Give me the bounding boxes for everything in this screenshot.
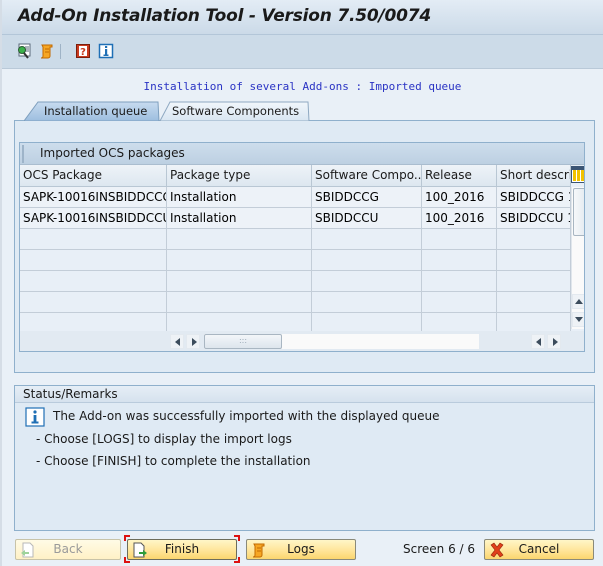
- column-header-ocs-package[interactable]: OCS Package: [20, 165, 167, 187]
- table-cell-software-component[interactable]: [312, 229, 422, 250]
- table-cell-package-type[interactable]: [167, 250, 312, 271]
- column-settings-icon[interactable]: [571, 166, 585, 183]
- table-cell-short-description[interactable]: [497, 292, 571, 313]
- back-button[interactable]: Back: [15, 539, 121, 560]
- status-header: Status/Remarks: [15, 386, 594, 403]
- table-cell-package-type[interactable]: [167, 292, 312, 313]
- tab-label: Installation queue: [44, 104, 148, 118]
- help-book-icon[interactable]: ?: [75, 43, 91, 59]
- arrow-up-icon: [575, 299, 583, 304]
- table-cell-release[interactable]: 100_2016: [422, 187, 497, 208]
- table-cell-release[interactable]: [422, 271, 497, 292]
- table-cell-short-description[interactable]: [497, 229, 571, 250]
- scroll-right-end-button[interactable]: [547, 334, 561, 349]
- scroll-up-button[interactable]: [572, 294, 584, 309]
- table-cell-ocs-package[interactable]: SAPK-10016INSBIDDCCG: [20, 187, 167, 208]
- addon-installation-window: Add-On Installation Tool - Version 7.50/…: [0, 0, 603, 566]
- arrow-left-icon: [175, 338, 180, 346]
- horizontal-scroll-track[interactable]: :::: [204, 334, 479, 349]
- vertical-scroll-thumb[interactable]: [573, 188, 584, 236]
- table-cell-short-description[interactable]: [497, 271, 571, 292]
- screen-subtitle: Installation of several Add-ons : Import…: [143, 80, 462, 93]
- status-header-label: Status/Remarks: [23, 387, 118, 401]
- table-cell-package-type[interactable]: Installation: [167, 208, 312, 229]
- focus-indicator: [124, 535, 130, 541]
- table-cell-software-component[interactable]: [312, 271, 422, 292]
- logs-button[interactable]: Logs: [246, 539, 356, 560]
- table-cell-release[interactable]: [422, 229, 497, 250]
- table-cell-software-component[interactable]: [312, 250, 422, 271]
- table-cell-package-type[interactable]: [167, 229, 312, 250]
- focus-indicator: [234, 557, 240, 563]
- table-cell-short-description[interactable]: SBIDDCCG 10: [497, 187, 571, 208]
- table-cell-package-type[interactable]: [167, 271, 312, 292]
- scroll-left-button[interactable]: [170, 334, 184, 349]
- scroll-right-button[interactable]: [186, 334, 200, 349]
- table-cell-ocs-package[interactable]: [20, 292, 167, 313]
- ocs-packages-table: Imported OCS packages OCS Package Packag…: [19, 142, 585, 352]
- tab-software-components[interactable]: Software Components: [160, 101, 310, 121]
- arrow-down-icon: [575, 317, 583, 322]
- info-icon[interactable]: [98, 43, 114, 59]
- vertical-scrollbar[interactable]: [571, 187, 584, 329]
- table-cell-software-component[interactable]: SBIDDCCU: [312, 208, 422, 229]
- table-cell-ocs-package[interactable]: [20, 229, 167, 250]
- table-cell-release[interactable]: 100_2016: [422, 208, 497, 229]
- arrow-right-icon: [553, 338, 558, 346]
- logs-scroll-icon[interactable]: [39, 43, 55, 59]
- status-hint-finish: - Choose [FINISH] to complete the instal…: [36, 454, 311, 468]
- table-cell-release[interactable]: [422, 292, 497, 313]
- title-bar: Add-On Installation Tool - Version 7.50/…: [2, 0, 603, 35]
- display-queue-icon[interactable]: [16, 43, 32, 59]
- table-cell-package-type[interactable]: Installation: [167, 187, 312, 208]
- logs-label: Logs: [287, 542, 315, 556]
- table-cell-short-description[interactable]: SBIDDCCU 10: [497, 208, 571, 229]
- cancel-button[interactable]: Cancel: [484, 539, 594, 560]
- finish-button[interactable]: Finish: [127, 539, 237, 560]
- table-cell-short-description[interactable]: [497, 250, 571, 271]
- table-cell-release[interactable]: [422, 250, 497, 271]
- back-label: Back: [53, 542, 83, 556]
- application-toolbar: ?: [2, 35, 603, 69]
- table-cell-ocs-package[interactable]: SAPK-10016INSBIDDCCU: [20, 208, 167, 229]
- status-remarks-panel: Status/Remarks The Add-on was successful…: [14, 385, 595, 531]
- focus-indicator: [234, 535, 240, 541]
- column-header-package-type[interactable]: Package type: [167, 165, 312, 187]
- table-cell-software-component[interactable]: SBIDDCCG: [312, 187, 422, 208]
- horizontal-scroll-thumb[interactable]: :::: [204, 334, 282, 349]
- focus-indicator: [124, 557, 130, 563]
- finish-label: Finish: [164, 542, 200, 556]
- table-cell-software-component[interactable]: [312, 292, 422, 313]
- table-cell-ocs-package[interactable]: [20, 250, 167, 271]
- horizontal-scrollbar: :::: [20, 331, 584, 351]
- cancel-label: Cancel: [518, 542, 560, 556]
- column-header-release[interactable]: Release: [422, 165, 497, 187]
- status-message: The Add-on was successfully imported wit…: [53, 409, 440, 423]
- tab-label: Software Components: [172, 104, 300, 118]
- window-title: Add-On Installation Tool - Version 7.50/…: [18, 6, 432, 26]
- info-message-icon: [25, 407, 45, 427]
- table-cell-ocs-package[interactable]: [20, 271, 167, 292]
- arrow-left-icon: [536, 338, 541, 346]
- svg-text:?: ?: [80, 47, 86, 58]
- scroll-down-button[interactable]: [572, 312, 584, 327]
- arrow-right-icon: [192, 338, 197, 346]
- toolbar-separator: [60, 44, 61, 59]
- table-title-bar: Imported OCS packages: [20, 143, 584, 165]
- tab-installation-queue[interactable]: Installation queue: [24, 101, 160, 121]
- column-header-software-component[interactable]: Software Compo...: [312, 165, 422, 187]
- table-title: Imported OCS packages: [40, 146, 185, 160]
- scroll-left-end-button[interactable]: [531, 334, 545, 349]
- status-hint-logs: - Choose [LOGS] to display the import lo…: [36, 432, 292, 446]
- column-header-short-description[interactable]: Short descrip: [497, 165, 571, 187]
- screen-counter: Screen 6 / 6: [403, 542, 476, 556]
